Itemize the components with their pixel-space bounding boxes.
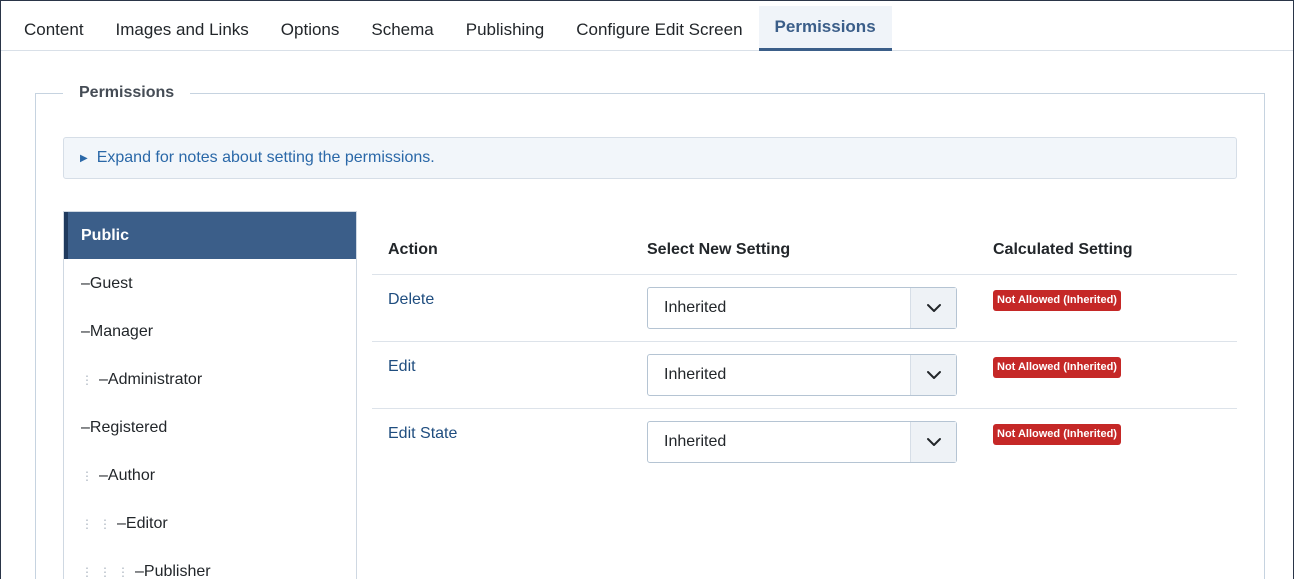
group-label: Manager bbox=[89, 323, 154, 340]
notes-label: Expand for notes about setting the permi… bbox=[96, 149, 435, 166]
select-value: Inherited bbox=[664, 433, 727, 450]
table-divider bbox=[372, 408, 1237, 409]
action-label-delete: Delete bbox=[388, 291, 435, 308]
status-badge: Not Allowed (Inherited) bbox=[993, 424, 1121, 445]
group-item-administrator[interactable]: ⋮ – Administrator bbox=[64, 356, 356, 404]
chevron-down-icon[interactable] bbox=[910, 422, 956, 462]
indent-dots-icon: ⋮ bbox=[99, 565, 111, 579]
status-badge: Not Allowed (Inherited) bbox=[993, 357, 1121, 378]
column-header-action: Action bbox=[388, 241, 438, 258]
column-header-select-new-setting: Select New Setting bbox=[647, 241, 791, 258]
setting-select-delete[interactable]: Inherited bbox=[647, 287, 957, 329]
group-label: Publisher bbox=[143, 563, 211, 579]
group-item-manager[interactable]: – Manager bbox=[64, 308, 356, 356]
group-label: Public bbox=[81, 226, 130, 244]
select-value: Inherited bbox=[664, 366, 727, 383]
indent-dots-icon: ⋮ bbox=[81, 565, 93, 579]
group-prefix: – bbox=[81, 275, 90, 292]
column-header-calculated-setting: Calculated Setting bbox=[993, 241, 1133, 258]
indent-dots-icon: ⋮ bbox=[81, 373, 93, 387]
tab-options[interactable]: Options bbox=[265, 5, 356, 54]
action-label-edit: Edit bbox=[388, 358, 416, 375]
group-item-editor[interactable]: ⋮ ⋮ – Editor bbox=[64, 500, 356, 548]
group-item-registered[interactable]: – Registered bbox=[64, 404, 356, 452]
tab-publishing[interactable]: Publishing bbox=[450, 5, 560, 54]
status-badge: Not Allowed (Inherited) bbox=[993, 290, 1121, 311]
group-item-publisher[interactable]: ⋮ ⋮ ⋮ – Publisher bbox=[64, 548, 356, 579]
indent-dots-icon: ⋮ bbox=[117, 565, 129, 579]
group-prefix: – bbox=[99, 371, 108, 388]
tab-configure-edit-screen[interactable]: Configure Edit Screen bbox=[560, 5, 758, 54]
indent-dots-icon: ⋮ bbox=[99, 517, 111, 531]
setting-select-edit[interactable]: Inherited bbox=[647, 354, 957, 396]
user-group-list: Public – Guest – Manager ⋮ – Administrato… bbox=[63, 211, 357, 579]
article-edit-window: Content Images and Links Options Schema … bbox=[0, 0, 1294, 579]
group-item-guest[interactable]: – Guest bbox=[64, 260, 356, 308]
group-prefix: – bbox=[99, 467, 108, 484]
group-label: Registered bbox=[89, 419, 168, 436]
fieldset-legend: Permissions bbox=[63, 83, 191, 103]
action-label-edit-state: Edit State bbox=[388, 425, 458, 442]
tab-bar: Content Images and Links Options Schema … bbox=[1, 1, 1293, 51]
select-value: Inherited bbox=[664, 299, 727, 316]
tab-permissions[interactable]: Permissions bbox=[758, 6, 892, 51]
group-item-public[interactable]: Public bbox=[64, 212, 356, 259]
group-label: Editor bbox=[125, 515, 168, 532]
triangle-right-icon: ▶ bbox=[80, 152, 88, 164]
group-label: Guest bbox=[89, 275, 133, 292]
setting-select-edit-state[interactable]: Inherited bbox=[647, 421, 957, 463]
indent-dots-icon: ⋮ bbox=[81, 469, 93, 483]
group-item-author[interactable]: ⋮ – Author bbox=[64, 452, 356, 500]
group-prefix: – bbox=[117, 515, 126, 532]
tab-images-and-links[interactable]: Images and Links bbox=[100, 5, 265, 54]
permissions-notes-toggle[interactable]: ▶ Expand for notes about setting the per… bbox=[63, 137, 1237, 179]
indent-dots-icon: ⋮ bbox=[81, 517, 93, 531]
group-prefix: – bbox=[135, 563, 144, 579]
chevron-down-icon[interactable] bbox=[910, 355, 956, 395]
table-divider bbox=[372, 274, 1237, 275]
chevron-down-icon[interactable] bbox=[910, 288, 956, 328]
group-label: Author bbox=[107, 467, 156, 484]
tab-content[interactable]: Content bbox=[8, 5, 100, 54]
group-label: Administrator bbox=[107, 371, 203, 388]
group-prefix: – bbox=[81, 323, 90, 340]
table-divider bbox=[372, 341, 1237, 342]
group-prefix: – bbox=[81, 419, 90, 436]
tab-schema[interactable]: Schema bbox=[355, 5, 449, 54]
